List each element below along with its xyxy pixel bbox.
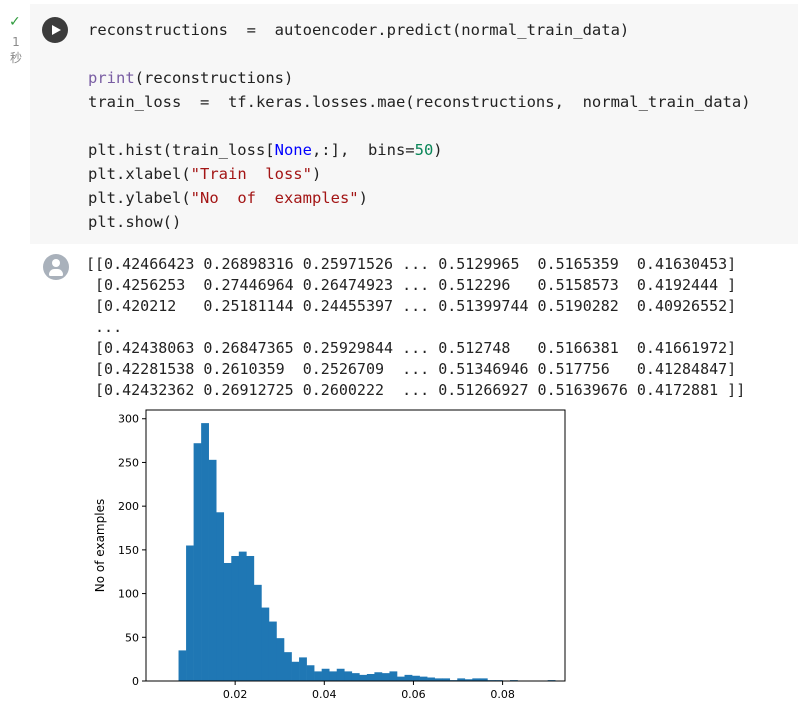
code-line: print(reconstructions) <box>88 69 294 87</box>
histogram-bar <box>238 551 247 681</box>
histogram-bar <box>253 584 262 681</box>
output-line: [[0.42466423 0.26898316 0.25971526 ... 0… <box>86 255 737 273</box>
histogram-bar <box>178 650 187 681</box>
output-line: ... <box>86 318 123 336</box>
histogram-bar <box>381 673 390 681</box>
run-cell-button[interactable] <box>42 17 68 43</box>
y-tick-label: 200 <box>118 500 139 513</box>
output-line: [0.42432362 0.26912725 0.2600222 ... 0.5… <box>86 381 746 399</box>
y-tick-label: 300 <box>118 413 139 426</box>
code-line: plt.hist(train_loss[None,:], bins=50) <box>88 141 443 159</box>
output-line: [0.4256253 0.27446964 0.26474923 ... 0.5… <box>86 276 737 294</box>
output-line: [0.420212 0.25181144 0.24455397 ... 0.51… <box>86 297 737 315</box>
histogram-bar <box>404 674 413 681</box>
histogram-bar <box>412 675 420 681</box>
histogram-bar <box>427 677 435 681</box>
histogram-bar <box>314 671 322 681</box>
histogram-bar <box>374 672 383 681</box>
user-avatar-icon <box>43 254 69 280</box>
y-axis-label: No of examples <box>93 499 107 592</box>
histogram-bar <box>216 512 225 681</box>
histogram-bar <box>284 652 292 681</box>
x-tick-label: 0.02 <box>223 688 248 701</box>
code-editor[interactable]: reconstructions = autoencoder.predict(no… <box>88 18 751 234</box>
code-line: reconstructions = autoencoder.predict(no… <box>88 21 630 39</box>
check-icon: ✓ <box>9 14 21 30</box>
histogram-bar <box>246 555 255 681</box>
y-tick-label: 150 <box>118 544 139 557</box>
x-tick-label: 0.04 <box>312 688 337 701</box>
execution-time: 1 秒 <box>9 34 23 66</box>
histogram-bar <box>306 665 315 681</box>
histogram-bar <box>291 661 300 681</box>
histogram-bar <box>321 668 330 681</box>
histogram-bar <box>419 676 428 681</box>
y-tick-label: 50 <box>125 631 139 644</box>
output-line: [0.42281538 0.2610359 0.2526709 ... 0.51… <box>86 360 737 378</box>
code-line: plt.xlabel("Train loss") <box>88 165 322 183</box>
histogram-bar <box>208 459 217 681</box>
histogram-bar <box>223 562 232 681</box>
histogram-bar <box>366 674 375 681</box>
x-tick-label: 0.08 <box>490 688 514 701</box>
y-tick-label: 0 <box>132 675 139 688</box>
output-text: [[0.42466423 0.26898316 0.25971526 ... 0… <box>86 254 745 401</box>
histogram-bar <box>336 668 345 681</box>
histogram-bar <box>276 638 285 681</box>
histogram-bar <box>201 423 209 681</box>
execution-time-unit: 秒 <box>9 51 22 65</box>
execution-time-value: 1 <box>12 35 20 49</box>
histogram-bar <box>231 555 240 681</box>
histogram-bar <box>359 674 368 681</box>
histogram-bar <box>299 657 307 681</box>
cell-gutter: ✓ 1 秒 <box>0 0 30 704</box>
histogram-bar <box>396 676 405 681</box>
histogram-bar <box>344 671 353 681</box>
histogram-chart: 0 50 100 150 200 250 300 0.02 0.04 0.06 0.08 No of … <box>93 409 566 701</box>
histogram-bar <box>193 443 202 681</box>
histogram-bar <box>268 621 277 681</box>
code-line: plt.show() <box>88 213 182 231</box>
y-tick-label: 250 <box>118 456 139 469</box>
histogram-bar <box>329 671 338 681</box>
histogram-bar <box>351 673 360 681</box>
code-line: train_loss = tf.keras.losses.mae(reconst… <box>88 93 751 111</box>
x-tick-label: 0.06 <box>401 688 426 701</box>
histogram-bar <box>389 671 398 681</box>
y-tick-label: 100 <box>118 588 139 601</box>
code-line: plt.ylabel("No of examples") <box>88 189 368 207</box>
histogram-bar <box>186 545 194 681</box>
histogram-bar <box>261 607 270 681</box>
output-line: [0.42438063 0.26847365 0.25929844 ... 0.… <box>86 339 737 357</box>
